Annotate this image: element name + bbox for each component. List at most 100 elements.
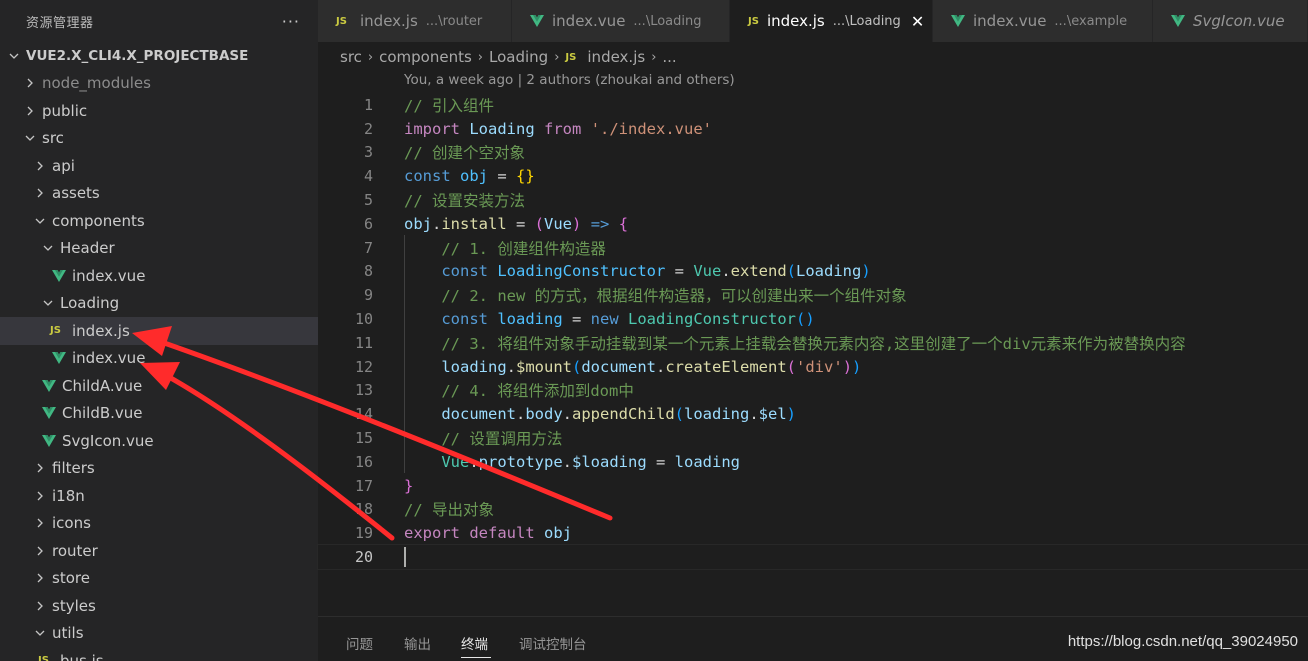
code-token: // 引入组件: [404, 96, 494, 115]
chevron-right-icon[interactable]: [32, 160, 48, 172]
tree-folder[interactable]: icons: [0, 510, 318, 538]
code-line[interactable]: 13 // 4. 将组件添加到dom中: [318, 379, 1308, 403]
code-token: appendChild: [572, 405, 675, 424]
editor-tab[interactable]: SvgIcon.vue: [1153, 0, 1308, 42]
tree-item-label: assets: [52, 184, 100, 203]
code-line[interactable]: 9 // 2. new 的方式，根据组件构造器，可以创建出来一个组件对象: [318, 283, 1308, 307]
code-token: ): [786, 405, 797, 424]
tree-file[interactable]: JS index.js: [0, 317, 318, 345]
tree-folder[interactable]: src: [0, 125, 318, 153]
code-line[interactable]: 3 // 创建个空对象: [318, 141, 1308, 165]
code-token: LoadingConstructor: [628, 310, 796, 329]
chevron-right-icon[interactable]: [32, 572, 48, 584]
code-line[interactable]: 6 obj.install = (Vue) => {: [318, 212, 1308, 236]
tree-item-label: styles: [52, 596, 96, 615]
close-icon[interactable]: ✕: [911, 12, 924, 31]
tree-folder[interactable]: api: [0, 152, 318, 180]
tab-path: ...\Loading: [832, 13, 901, 29]
chevron-down-icon[interactable]: [32, 627, 48, 639]
chevron-down-icon[interactable]: [6, 50, 22, 62]
tree-folder[interactable]: public: [0, 97, 318, 125]
code-token: default: [469, 524, 535, 543]
code-line[interactable]: 12 loading.$mount(document.createElement…: [318, 355, 1308, 379]
explorer-sidebar: 资源管理器 ··· VUE2.X_CLI4.X_PROJECTBASE node_…: [0, 0, 318, 661]
tree-folder[interactable]: store: [0, 565, 318, 593]
tree-item-label: index.vue: [72, 349, 146, 368]
code-line[interactable]: 17}: [318, 474, 1308, 498]
breadcrumb-item[interactable]: components: [379, 48, 472, 66]
code-line[interactable]: 11 // 3. 将组件对象手动挂载到某一个元素上挂载会替换元素内容,这里创建了…: [318, 331, 1308, 355]
code-line[interactable]: 10 const loading = new LoadingConstructo…: [318, 307, 1308, 331]
tree-folder[interactable]: Header: [0, 235, 318, 263]
breadcrumb-item[interactable]: src: [340, 48, 362, 66]
chevron-right-icon[interactable]: [22, 77, 38, 89]
tree-folder[interactable]: router: [0, 537, 318, 565]
tree-folder[interactable]: utils: [0, 620, 318, 648]
editor-tab[interactable]: JS index.js ...\router: [318, 0, 512, 42]
tree-item-label: router: [52, 541, 98, 560]
code-token: loading: [684, 405, 750, 424]
code-text: import Loading from './index.vue': [404, 120, 712, 138]
code-line[interactable]: 1 // 引入组件: [318, 93, 1308, 117]
code-line[interactable]: 7 // 1. 创建组件构造器: [318, 236, 1308, 260]
chevron-right-icon[interactable]: [32, 490, 48, 502]
line-number: 18: [354, 500, 373, 519]
chevron-right-icon[interactable]: [32, 545, 48, 557]
chevron-right-icon[interactable]: [32, 187, 48, 199]
tree-file[interactable]: SvgIcon.vue: [0, 427, 318, 455]
chevron-down-icon[interactable]: [40, 297, 56, 309]
tree-file[interactable]: JS bus.js: [0, 647, 318, 661]
tree-folder[interactable]: i18n: [0, 482, 318, 510]
tree-folder[interactable]: node_modules: [0, 70, 318, 98]
breadcrumb-item[interactable]: index.js: [587, 48, 645, 66]
code-line[interactable]: 18 // 导出对象: [318, 498, 1308, 522]
chevron-right-icon[interactable]: [32, 600, 48, 612]
code-line[interactable]: 16 Vue.prototype.$loading = loading: [318, 450, 1308, 474]
code-token: {}: [516, 167, 535, 186]
line-number: 13: [354, 381, 373, 400]
tree-folder[interactable]: assets: [0, 180, 318, 208]
editor-tab[interactable]: JS index.js ...\Loading ✕: [730, 0, 933, 42]
panel-tab[interactable]: 终端: [461, 633, 488, 653]
more-actions-icon[interactable]: ···: [282, 12, 300, 31]
code-token: export: [404, 524, 460, 543]
tree-folder[interactable]: Loading: [0, 290, 318, 318]
tree-folder[interactable]: styles: [0, 592, 318, 620]
code-line[interactable]: 5 // 设置安装方法: [318, 188, 1308, 212]
js-file-icon: JS: [336, 15, 347, 27]
code-token: createElement: [665, 357, 787, 376]
code-line[interactable]: 19 export default obj: [318, 521, 1308, 545]
panel-tab[interactable]: 输出: [404, 633, 431, 653]
code-line[interactable]: 2 import Loading from './index.vue': [318, 117, 1308, 141]
chevron-down-icon[interactable]: [32, 215, 48, 227]
code-token: LoadingConstructor: [497, 262, 666, 281]
tree-file[interactable]: ChildA.vue: [0, 372, 318, 400]
breadcrumb-item[interactable]: ...: [662, 48, 676, 66]
chevron-down-icon[interactable]: [40, 242, 56, 254]
code-editor[interactable]: 1 // 引入组件 2 import Loading from './index.vu…: [317, 93, 1308, 570]
chevron-down-icon[interactable]: [22, 132, 38, 144]
editor-tab[interactable]: index.vue ...\Loading: [512, 0, 730, 42]
code-token: .: [469, 452, 479, 471]
panel-tab[interactable]: 问题: [346, 633, 373, 653]
code-line[interactable]: 20: [317, 544, 1308, 570]
chevron-right-icon[interactable]: [32, 517, 48, 529]
panel-tab[interactable]: 调试控制台: [519, 633, 587, 653]
chevron-right-icon: ›: [367, 49, 374, 65]
chevron-right-icon[interactable]: [32, 462, 48, 474]
tree-folder[interactable]: filters: [0, 455, 318, 483]
tree-file[interactable]: index.vue: [0, 262, 318, 290]
tree-file[interactable]: index.vue: [0, 345, 318, 373]
code-line[interactable]: 4 const obj = {}: [318, 164, 1308, 188]
code-line[interactable]: 8 const LoadingConstructor = Vue.extend(…: [318, 260, 1308, 284]
chevron-right-icon[interactable]: [22, 105, 38, 117]
editor-tab[interactable]: index.vue ...\example: [933, 0, 1153, 42]
code-line[interactable]: 14 document.body.appendChild(loading.$el…: [318, 402, 1308, 426]
breadcrumb-item[interactable]: Loading: [489, 48, 548, 66]
project-root[interactable]: VUE2.X_CLI4.X_PROJECTBASE: [0, 42, 318, 70]
tree-file[interactable]: ChildB.vue: [0, 400, 318, 428]
code-line[interactable]: 15 // 设置调用方法: [318, 426, 1308, 450]
tree-folder[interactable]: components: [0, 207, 318, 235]
